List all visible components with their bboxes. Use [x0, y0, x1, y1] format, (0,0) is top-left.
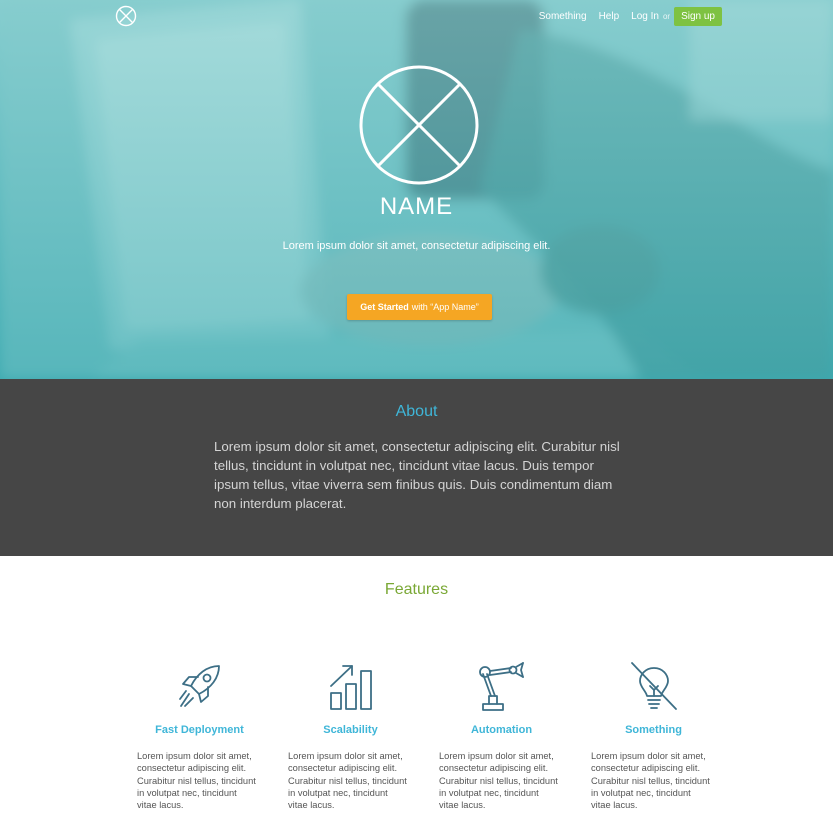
- robot-arm-icon: [478, 662, 524, 711]
- nav-link-login[interactable]: Log In: [631, 11, 659, 22]
- top-nav: Something Help Log In or Sign up: [527, 6, 722, 26]
- about-text: Lorem ipsum dolor sit amet, consectetur …: [214, 439, 620, 511]
- nav-link-something[interactable]: Something: [539, 11, 587, 22]
- features-section: Features Fast Deployment Lorem ipsum dol…: [0, 556, 833, 833]
- rocket-icon: [178, 665, 220, 707]
- feature-description: Lorem ipsum dolor sit amet, consectetur …: [591, 751, 710, 811]
- feature-description: Lorem ipsum dolor sit amet, consectetur …: [439, 751, 558, 811]
- cta-rest-label: with “App Name”: [411, 302, 479, 312]
- feature-automation: Automation Lorem ipsum dolor sit amet, c…: [439, 660, 564, 810]
- growth-chart-icon: [329, 665, 372, 710]
- get-started-button[interactable]: Get Started with “App Name”: [347, 294, 492, 320]
- feature-title: Scalability: [323, 724, 378, 736]
- feature-fast-deployment: Fast Deployment Lorem ipsum dolor sit am…: [137, 660, 262, 810]
- nav-link-help[interactable]: Help: [599, 11, 620, 22]
- about-section: About Lorem ipsum dolor sit amet, consec…: [0, 379, 833, 556]
- hero-title: NAME: [379, 193, 454, 220]
- signup-button[interactable]: Sign up: [674, 6, 722, 26]
- circle-x-placeholder-logo-icon: [359, 65, 479, 185]
- hero-section: Something Help Log In or Sign up NAME Lo…: [0, 0, 833, 379]
- no-idea-bulb-icon: [630, 662, 677, 710]
- feature-scalability: Scalability Lorem ipsum dolor sit amet, …: [288, 660, 413, 810]
- hero-background-image: [0, 0, 833, 379]
- nav-or-text: or: [662, 11, 671, 21]
- feature-title: Automation: [470, 724, 533, 736]
- feature-title: Something: [625, 724, 682, 736]
- hero-subtitle: Lorem ipsum dolor sit amet, consectetur …: [282, 240, 551, 252]
- feature-title: Fast Deployment: [155, 724, 244, 736]
- feature-something: Something Lorem ipsum dolor sit amet, co…: [591, 660, 716, 810]
- cta-strong-label: Get Started: [360, 302, 409, 312]
- circle-x-logo-icon[interactable]: [115, 5, 137, 27]
- about-title: About: [395, 403, 438, 420]
- feature-description: Lorem ipsum dolor sit amet, consectetur …: [288, 751, 407, 811]
- features-title: Features: [384, 581, 449, 598]
- feature-description: Lorem ipsum dolor sit amet, consectetur …: [137, 751, 256, 811]
